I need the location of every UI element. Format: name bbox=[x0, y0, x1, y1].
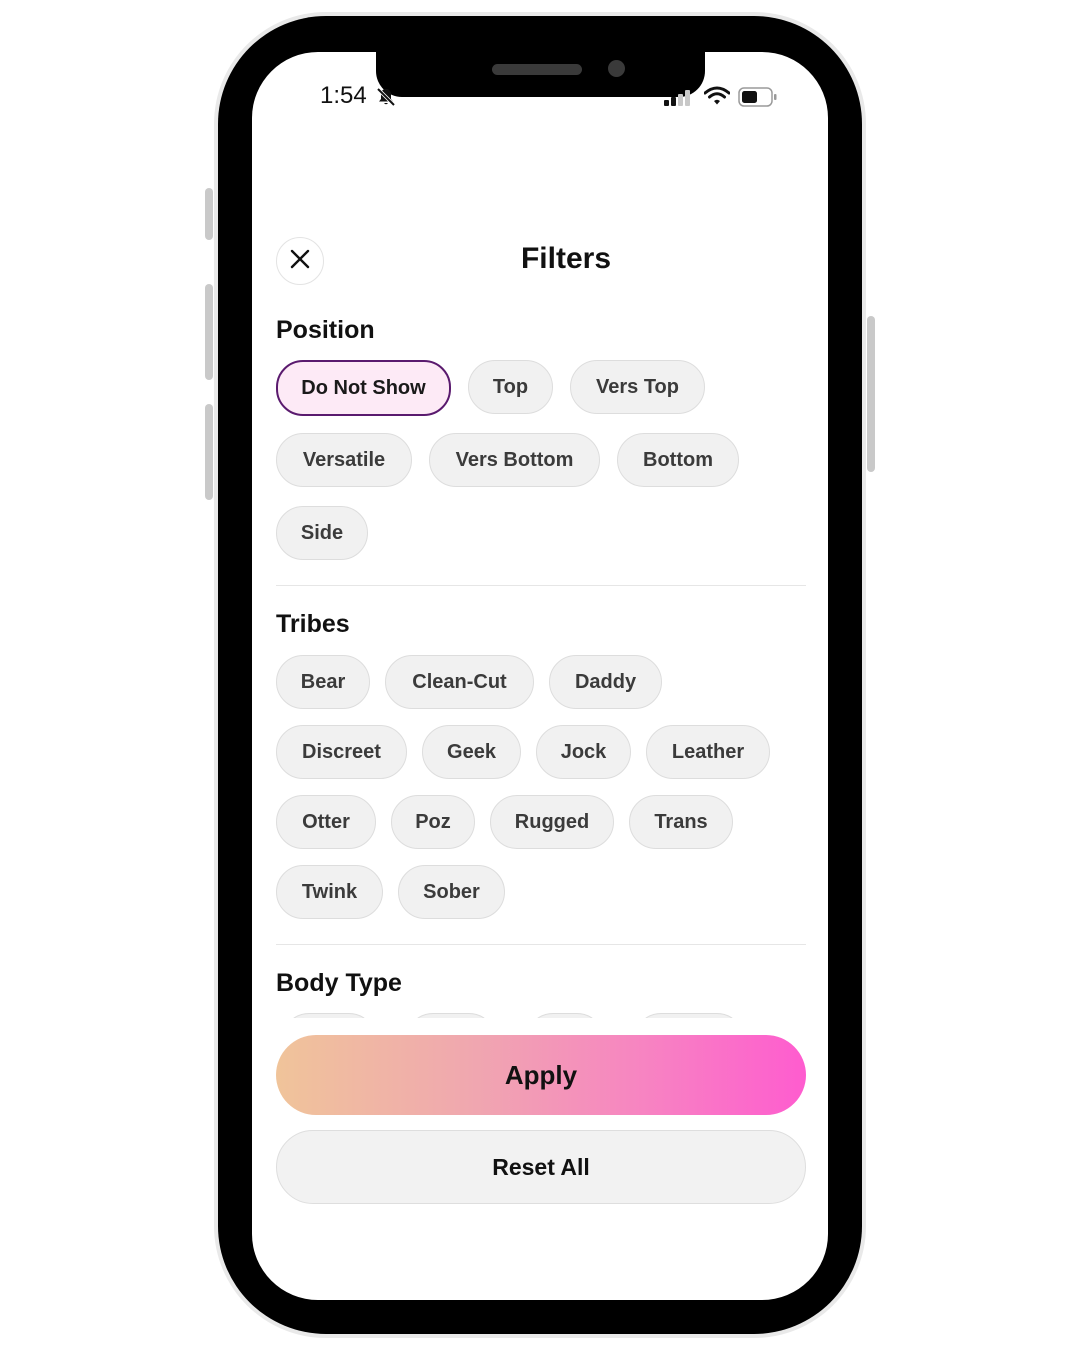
reset-all-button[interactable]: Reset All bbox=[276, 1130, 806, 1204]
chip-position-side[interactable]: Side bbox=[276, 506, 368, 560]
section-title-position: Position bbox=[276, 316, 375, 344]
section-title-tribes: Tribes bbox=[276, 610, 350, 638]
section-title-body-type: Body Type bbox=[276, 969, 402, 997]
apply-button[interactable]: Apply bbox=[276, 1035, 806, 1115]
page-title: Filters bbox=[520, 242, 612, 275]
phone-volume-down bbox=[205, 404, 213, 500]
signal-icon bbox=[664, 90, 694, 111]
chip-body-type[interactable] bbox=[526, 1013, 604, 1018]
phone-volume-up bbox=[205, 284, 213, 380]
filter-list[interactable]: Position Do Not Show Top Vers Top Versat… bbox=[276, 310, 806, 1018]
phone-mute-switch bbox=[205, 188, 213, 240]
chip-tribe-daddy[interactable]: Daddy bbox=[549, 655, 662, 709]
chip-body-type[interactable] bbox=[634, 1013, 744, 1018]
speaker bbox=[492, 64, 582, 75]
chip-tribe-geek[interactable]: Geek bbox=[422, 725, 521, 779]
divider bbox=[276, 585, 806, 586]
chip-tribe-discreet[interactable]: Discreet bbox=[276, 725, 407, 779]
phone-screen: 1:54 Filters Position Do Not Show Top Ve… bbox=[252, 52, 828, 1300]
chip-body-type[interactable] bbox=[282, 1013, 376, 1018]
chip-body-type[interactable] bbox=[406, 1013, 496, 1018]
chip-tribe-leather[interactable]: Leather bbox=[646, 725, 770, 779]
chip-tribe-twink[interactable]: Twink bbox=[276, 865, 383, 919]
close-icon bbox=[289, 248, 311, 275]
wifi-icon bbox=[703, 86, 731, 111]
front-camera bbox=[608, 60, 625, 77]
chip-position-versatile[interactable]: Versatile bbox=[276, 433, 412, 487]
divider bbox=[276, 944, 806, 945]
chip-tribe-clean-cut[interactable]: Clean-Cut bbox=[385, 655, 534, 709]
chip-tribe-poz[interactable]: Poz bbox=[391, 795, 475, 849]
chip-tribe-jock[interactable]: Jock bbox=[536, 725, 631, 779]
chip-tribe-sober[interactable]: Sober bbox=[398, 865, 505, 919]
status-time: 1:54 bbox=[320, 82, 367, 109]
battery-icon bbox=[738, 87, 778, 112]
notch bbox=[376, 52, 705, 97]
chip-tribe-bear[interactable]: Bear bbox=[276, 655, 370, 709]
chip-tribe-otter[interactable]: Otter bbox=[276, 795, 376, 849]
phone-power-button bbox=[867, 316, 875, 472]
chip-position-top[interactable]: Top bbox=[468, 360, 553, 414]
chip-tribe-trans[interactable]: Trans bbox=[629, 795, 733, 849]
chip-position-vers-bottom[interactable]: Vers Bottom bbox=[429, 433, 600, 487]
chip-position-do-not-show[interactable]: Do Not Show bbox=[276, 360, 451, 416]
bell-slash-icon bbox=[376, 87, 396, 112]
chip-tribe-rugged[interactable]: Rugged bbox=[490, 795, 614, 849]
chip-position-bottom[interactable]: Bottom bbox=[617, 433, 739, 487]
close-button[interactable] bbox=[276, 237, 324, 285]
chip-position-vers-top[interactable]: Vers Top bbox=[570, 360, 705, 414]
